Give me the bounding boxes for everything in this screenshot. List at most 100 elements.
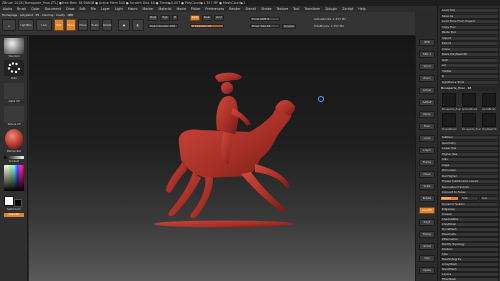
right-shelf-button[interactable]: Frame — [419, 159, 435, 166]
move-button[interactable]: Move — [78, 19, 88, 31]
tool-thumbnail[interactable] — [462, 113, 476, 127]
geometry-row[interactable]: Subtool — [440, 135, 499, 140]
right-shelf-button[interactable]: Solo — [419, 255, 435, 262]
tool-menu-row[interactable]: Lightbox ▸ Tools — [440, 79, 499, 85]
tool-subpalette[interactable]: FiberMesh — [440, 276, 499, 281]
draw-size-slider[interactable]: Draw Size 64 — [250, 24, 280, 28]
tool-menu-row[interactable]: R — [440, 74, 499, 79]
right-shelf-button[interactable]: Ghost — [419, 243, 435, 250]
tool-menu-row[interactable]: Export — [440, 41, 499, 46]
right-shelf-button[interactable]: Rotate — [419, 195, 435, 202]
geometry-row[interactable]: Sdiv — [440, 157, 499, 162]
edit-button[interactable]: Edit — [54, 19, 64, 31]
alternate-button[interactable]: Alternate — [4, 213, 24, 217]
base-plinth — [154, 220, 294, 228]
tool-thumbnail[interactable] — [482, 93, 496, 107]
tool-menu-row[interactable]: Paste Tool — [440, 30, 499, 35]
right-shelf-button[interactable]: Persp — [419, 111, 435, 118]
right-shelf-button[interactable]: Zoom — [419, 75, 435, 82]
right-shelf-button[interactable]: BPR — [419, 39, 435, 46]
canvas-viewport[interactable] — [29, 36, 415, 281]
live-boolean-button[interactable]: Live Boolean — [36, 19, 52, 39]
tool-thumbnail-label: SimpleBrush — [442, 128, 458, 131]
tool-thumbnail-label: AlphaBrush — [482, 108, 496, 111]
zsub-button[interactable]: Zsub — [202, 15, 212, 21]
stroke-thumbnail[interactable] — [4, 60, 24, 76]
divide-button[interactable]: Divide — [440, 195, 459, 201]
switch-color-label[interactable]: SwitchColor — [2, 208, 26, 211]
material-button[interactable]: ● — [118, 19, 130, 31]
scale-button[interactable]: Scale — [90, 19, 100, 31]
tool-menu-row[interactable]: Visible — [440, 68, 499, 74]
geometry-row[interactable]: Lower Res — [440, 146, 499, 151]
zcut-button[interactable]: Zcut — [214, 15, 224, 21]
geometry-row[interactable]: Higher Res — [440, 151, 499, 157]
tool-thumbnail[interactable] — [482, 113, 496, 127]
tool-menu-row[interactable]: GoZ — [440, 57, 499, 63]
right-shelf-button[interactable]: L.Sym — [419, 147, 435, 154]
texture-thumbnail[interactable] — [4, 106, 24, 122]
tool-menu-row[interactable]: Load Tool — [440, 8, 499, 13]
focal-shift-slider[interactable]: Focal Shift 0 — [250, 17, 280, 21]
geometry-row[interactable]: Reconstruct Subdiv — [440, 184, 499, 190]
geometry-row[interactable]: Del Lower — [440, 168, 499, 173]
right-shelf-button[interactable]: PolyF — [419, 219, 435, 226]
right-shelf-button[interactable]: Transp — [419, 231, 435, 238]
rgb-intensity-slider[interactable]: Rgb Intensity 100 — [148, 24, 178, 28]
rgb-button[interactable]: Rgb — [160, 15, 170, 21]
alpha-thumbnail[interactable] — [4, 83, 24, 99]
tool-thumbnail[interactable] — [462, 93, 476, 107]
lightbox-button[interactable]: LightBox — [18, 19, 34, 31]
main-color-swatch[interactable] — [4, 196, 14, 206]
zadd-button[interactable]: Zadd — [190, 15, 200, 21]
draw-button[interactable]: Draw — [66, 19, 76, 31]
tool-thumbnail-label: SphereBrush — [462, 108, 478, 111]
stroke-label: Dots — [11, 77, 17, 80]
tool-thumbnail[interactable] — [442, 93, 456, 107]
texture-button[interactable]: ◧ — [132, 19, 144, 31]
right-shelf-button[interactable]: Actual — [419, 87, 435, 94]
dots-stroke-icon — [7, 62, 21, 74]
geometry-row[interactable]: Freeze SubDivision Levels — [440, 179, 499, 184]
rotate-button[interactable]: Rotate — [102, 19, 112, 31]
home-icon: ⌂ — [8, 24, 10, 28]
right-shelf-button[interactable]: Floor — [419, 123, 435, 130]
tool-thumbnail[interactable] — [442, 113, 456, 127]
gradient-bar[interactable] — [4, 156, 24, 159]
active-points: ActivePoints: 1.357 Mil — [314, 17, 346, 21]
z-intensity-slider[interactable]: Z Intensity 25 — [190, 24, 224, 28]
suv-toggle[interactable]: Suv — [480, 195, 499, 201]
geometry-row[interactable]: Del Higher — [440, 173, 499, 179]
right-shelf-button[interactable]: Xpose — [419, 267, 435, 274]
right-shelf-button[interactable]: Local — [419, 135, 435, 142]
geometry-row[interactable]: Geometry — [440, 140, 499, 146]
top-toolbar: Homepage · polypaint · PS · Coloring · C… — [0, 12, 415, 39]
home-button[interactable]: ⌂ — [2, 19, 16, 31]
tool-menu-row[interactable]: Save As — [440, 13, 499, 19]
tool-menu-row[interactable]: Load Tools From Project — [440, 19, 499, 24]
brush-thumbnail[interactable] — [4, 38, 24, 54]
secondary-color-swatch[interactable] — [14, 199, 22, 207]
current-tool-name: Bonaparte_final . 48 — [440, 86, 499, 91]
color-picker[interactable] — [4, 165, 24, 191]
right-shelf-button[interactable]: Scroll — [419, 63, 435, 70]
mrgb-button[interactable]: Mrgb — [148, 15, 158, 21]
smt-toggle[interactable]: Smt — [460, 195, 479, 201]
right-shelf-button[interactable]: Scale — [419, 183, 435, 190]
right-shelf-button[interactable]: Line Fill — [419, 207, 435, 214]
geometry-row[interactable]: Cage — [440, 162, 499, 168]
tool-menu-row[interactable]: Import — [440, 35, 499, 41]
tool-menu-row[interactable]: Clone — [440, 46, 499, 52]
alpha-label: Alpha Off — [8, 100, 20, 103]
geometry-row[interactable]: Convert to Faces — [440, 190, 499, 195]
m-button[interactable]: M — [172, 15, 178, 21]
right-shelf-button[interactable]: Move — [419, 171, 435, 178]
right-shelf-button[interactable]: SPix 3 — [419, 51, 435, 58]
left-shelf: Standard Dots Alpha Off Texture Off MatC… — [0, 36, 28, 281]
tool-menu-row[interactable]: Copy Tool — [440, 24, 499, 30]
material-thumbnail[interactable] — [5, 129, 23, 149]
tool-menu-row[interactable]: Make PolyMesh3D — [440, 52, 499, 57]
right-shelf-button[interactable]: AAHalf — [419, 99, 435, 106]
dynamic-button[interactable]: Dynamic — [282, 24, 296, 29]
tool-menu-row[interactable]: All — [440, 63, 499, 68]
